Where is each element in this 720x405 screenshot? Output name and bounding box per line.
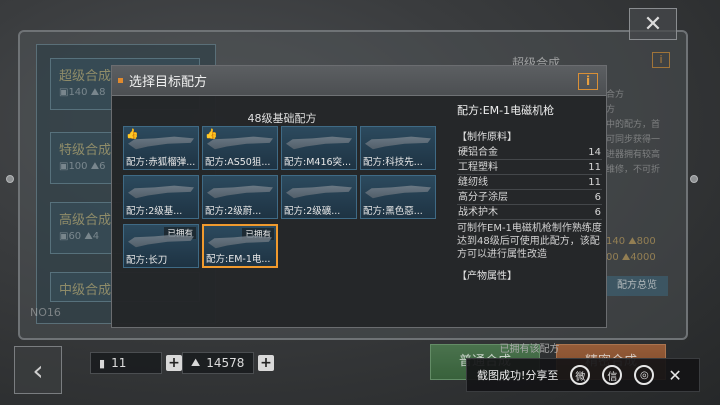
recipe-label: 配方:M416突...: [284, 157, 352, 168]
material-counter: ⛰ 14578: [182, 352, 254, 374]
grid-title: 48级基础配方: [247, 112, 317, 125]
material-qty: 6: [594, 192, 601, 203]
desc-line: 方: [606, 105, 616, 115]
recipe-overview-button[interactable]: 配方总览: [606, 276, 668, 296]
material-resource: ⛰ 14578 +: [182, 352, 274, 374]
material-name: 缝纫线: [458, 177, 488, 188]
material-qty: 11: [588, 177, 601, 188]
dialog-title: 选择目标配方: [129, 75, 208, 90]
nameplate: NO16: [30, 306, 61, 319]
gear-art: [128, 185, 194, 199]
recipe-description: 可制作EM-1电磁机枪制作熟练度达到48级后可使用此配方，该配方可以进行属性改造: [457, 223, 602, 260]
add-material-button[interactable]: +: [258, 355, 274, 371]
material-name: 战术护木: [458, 207, 498, 218]
add-parts-button[interactable]: +: [166, 355, 182, 371]
material-value: 14578: [206, 356, 245, 370]
close-icon[interactable]: ✕: [668, 366, 681, 385]
materials-header: 【制作原料】: [457, 132, 517, 143]
gear-art: [207, 185, 273, 199]
recipe-label: 配方:AS50狙...: [205, 157, 271, 168]
parts-value: 11: [111, 356, 127, 370]
material-icon: ⛰: [191, 356, 201, 369]
recipe-card[interactable]: 配方:2级蔚...: [202, 175, 278, 219]
side-rivet-icon: [6, 175, 14, 183]
desc-line: 合方: [606, 90, 625, 100]
weibo-icon[interactable]: 微: [570, 365, 591, 385]
parts-counter: ▮ 11: [90, 352, 162, 374]
title-marker-icon: [118, 78, 123, 83]
recipe-label: 配方:科技先...: [363, 157, 423, 168]
recipe-card-selected[interactable]: 已拥有 配方:EM-1电...: [202, 224, 278, 268]
cost-line: 00 ⛰4000: [606, 252, 656, 263]
recipe-card[interactable]: 配方:2级基...: [123, 175, 199, 219]
right-panel-cost: 140 ⛰800 00 ⛰4000: [606, 234, 656, 266]
material-name: 高分子涂层: [458, 192, 508, 203]
parts-icon: ▮: [99, 356, 106, 370]
material-row: 工程塑料 11: [457, 160, 602, 175]
recipe-label: 配方:2级蔚...: [205, 206, 262, 217]
select-recipe-dialog: 选择目标配方 i 48级基础配方 👍 配方:赤狐榴弹... 👍 配方:AS50狙…: [111, 65, 607, 355]
recipe-label: 配方:赤狐榴弹...: [126, 157, 196, 168]
material-name: 硬铝合金: [458, 147, 498, 158]
material-row: 硬铝合金 14: [457, 145, 602, 160]
gear-art: [365, 136, 431, 150]
cost-line: 140 ⛰800: [606, 236, 656, 247]
recipe-card[interactable]: 👍 配方:赤狐榴弹...: [123, 126, 199, 170]
desc-line: 可同步获得一: [606, 135, 661, 145]
recipe-label: 配方:2级基...: [126, 206, 183, 217]
material-qty: 14: [588, 147, 601, 158]
recipe-label: 配方:长刀: [126, 255, 168, 266]
owned-status: 已拥有该配方: [499, 344, 560, 355]
recipe-detail-panel: 配方:EM-1电磁机枪 【制作原料】 硬铝合金 14 工程塑料 11 缝纫线 1…: [457, 102, 602, 355]
gear-art: [365, 185, 431, 199]
recipe-label: 配方:2级礦...: [284, 206, 341, 217]
recipe-label: 配方:黑色惡...: [363, 206, 423, 217]
material-row: 高分子涂层 6: [457, 190, 602, 205]
wechat-icon[interactable]: 信: [602, 365, 623, 385]
info-icon[interactable]: i: [578, 73, 598, 90]
detail-title: 配方:EM-1电磁机枪: [457, 104, 555, 117]
dialog-header: 选择目标配方 i: [112, 66, 606, 96]
share-text: 截图成功!分享至: [477, 369, 559, 382]
right-panel-description: 合方 方 中的配方，首 可同步获得一 进器拥有较高 维修，不可折: [606, 88, 660, 178]
recipe-grid: 👍 配方:赤狐榴弹... 👍 配方:AS50狙... 配方:M416突... 配…: [123, 126, 436, 268]
weapon-art: [286, 136, 352, 150]
moments-icon[interactable]: ◎: [634, 365, 655, 385]
recipe-card[interactable]: 已拥有 配方:长刀: [123, 224, 199, 268]
desc-line: 进器拥有较高: [606, 150, 661, 160]
close-button[interactable]: ✕: [629, 8, 677, 40]
recipe-card[interactable]: 👍 配方:AS50狙...: [202, 126, 278, 170]
gear-art: [286, 185, 352, 199]
side-rivet-icon: [690, 175, 698, 183]
thumbs-up-icon: 👍: [126, 129, 139, 140]
back-button[interactable]: ‹: [14, 346, 62, 394]
material-name: 工程塑料: [458, 162, 498, 173]
chevron-left-icon: ‹: [32, 353, 44, 387]
recipe-card[interactable]: 配方:2级礦...: [281, 175, 357, 219]
desc-line: 维修，不可折: [606, 165, 661, 175]
material-row: 缝纫线 11: [457, 175, 602, 190]
thumbs-up-icon: 👍: [205, 129, 218, 140]
recipe-card[interactable]: 配方:黑色惡...: [360, 175, 436, 219]
parts-resource: ▮ 11 +: [90, 352, 182, 374]
recipe-card[interactable]: 配方:M416突...: [281, 126, 357, 170]
close-icon: ✕: [643, 11, 663, 37]
right-info-icon[interactable]: i: [652, 52, 670, 68]
recipe-card[interactable]: 配方:科技先...: [360, 126, 436, 170]
material-row: 战术护木 6: [457, 205, 602, 220]
share-toast: 截图成功!分享至 微 信 ◎ ✕: [466, 358, 700, 392]
product-header: 【产物属性】: [457, 271, 517, 282]
recipe-label: 配方:EM-1电...: [206, 254, 271, 265]
material-qty: 6: [594, 207, 601, 218]
material-qty: 11: [588, 162, 601, 173]
desc-line: 中的配方，首: [606, 120, 661, 130]
